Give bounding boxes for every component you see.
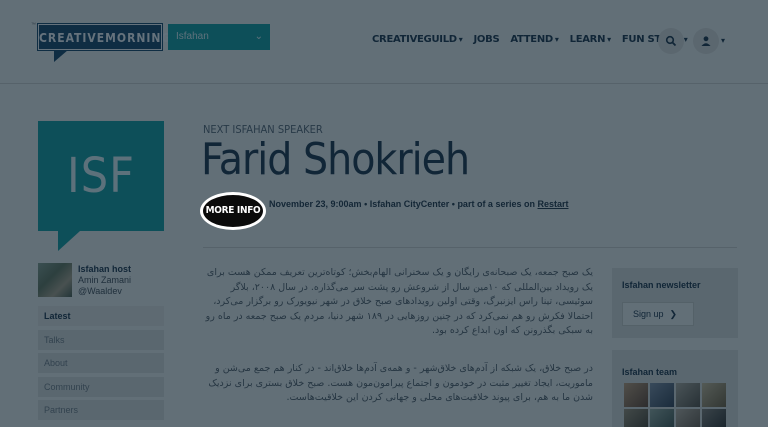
- city-badge-tail: [58, 231, 80, 251]
- sidebar-item-latest[interactable]: Latest: [38, 306, 164, 326]
- newsletter-card: Isfahan newsletter Sign up ❯: [612, 268, 738, 338]
- sidebar-menu: Latest Talks About Community Partners: [38, 306, 164, 424]
- creativemornings-logo[interactable]: CREATIVEMORNINGS: [37, 23, 179, 51]
- host-name[interactable]: Amin Zamani: [78, 275, 131, 285]
- about-paragraph-2: در صبح خلاق، یک شبکه از آدم‌های خلاق‌شهر…: [208, 363, 593, 403]
- city-select-value: Isfahan: [176, 31, 209, 42]
- chevron-down-icon: ⌄: [254, 31, 263, 42]
- team-title: Isfahan team: [622, 367, 678, 377]
- chevron-down-icon: ▾: [607, 35, 611, 44]
- team-member-avatar[interactable]: [650, 383, 674, 407]
- chevron-down-icon: ▾: [683, 35, 688, 44]
- sidebar-item-talks[interactable]: Talks: [38, 329, 164, 350]
- sidebar-item-about[interactable]: About: [38, 353, 164, 373]
- search-icon: [665, 35, 677, 47]
- team-member-avatar[interactable]: [624, 383, 648, 407]
- user-icon: [701, 36, 711, 46]
- speaker-name[interactable]: Farid Shokrieh: [201, 134, 470, 185]
- team-card: Isfahan team: [612, 350, 738, 427]
- team-member-avatar[interactable]: [650, 409, 674, 427]
- signup-button[interactable]: Sign up ❯: [622, 302, 694, 326]
- nav-learn[interactable]: LEARN ▾: [570, 34, 612, 45]
- sidebar-item-partners[interactable]: Partners: [38, 400, 164, 420]
- chevron-down-icon[interactable]: ▾: [721, 36, 725, 45]
- team-member-avatar[interactable]: [624, 409, 648, 427]
- logo-speech-tail: [54, 50, 68, 62]
- site-header: ™ CREATIVEMORNINGS Isfahan ⌄ CREATIVEGUI…: [0, 0, 768, 84]
- account-button[interactable]: [693, 28, 719, 54]
- team-photo-grid: [624, 383, 726, 427]
- newsletter-title: Isfahan newsletter: [622, 280, 701, 290]
- team-member-avatar[interactable]: [702, 383, 726, 407]
- host-handle[interactable]: @Waaldev: [78, 286, 122, 296]
- nav-creativeguild[interactable]: CREATIVEGUILD ▾: [372, 34, 463, 45]
- main-nav: CREATIVEGUILD ▾ JOBS ATTEND ▾ LEARN ▾ FUN S…: [372, 34, 699, 45]
- logo-trademark: ™: [31, 22, 36, 28]
- content-divider: [203, 247, 737, 248]
- chevron-down-icon: ▾: [458, 35, 463, 44]
- event-series-link[interactable]: Restart: [537, 199, 568, 209]
- event-date: November 23, 9:00am: [269, 199, 362, 209]
- host-card: Isfahan host Amin Zamani @Waaldev: [38, 263, 164, 297]
- team-member-avatar[interactable]: [676, 409, 700, 427]
- city-select[interactable]: Isfahan ⌄: [168, 24, 270, 50]
- host-avatar[interactable]: [38, 263, 72, 297]
- chevron-down-icon: ▾: [554, 35, 559, 44]
- nav-jobs[interactable]: JOBS: [474, 34, 500, 45]
- team-member-avatar[interactable]: [702, 409, 726, 427]
- about-paragraph-1: یک صبح جمعه، یک صبحانه‌ی رایگان و یک سخن…: [205, 267, 593, 336]
- event-series-prefix: part of a series on: [457, 199, 535, 209]
- city-badge: ISF: [38, 121, 164, 231]
- signup-label: Sign up: [633, 309, 664, 319]
- event-venue[interactable]: Isfahan CityCenter: [370, 199, 450, 209]
- host-title: Isfahan host: [78, 264, 132, 274]
- more-info-button[interactable]: MORE INFO: [200, 192, 266, 230]
- sidebar-item-community[interactable]: Community: [38, 376, 164, 397]
- team-member-avatar[interactable]: [676, 383, 700, 407]
- search-button[interactable]: [658, 28, 684, 54]
- nav-attend[interactable]: ATTEND ▾: [510, 34, 559, 45]
- chevron-right-icon: ❯: [669, 309, 678, 319]
